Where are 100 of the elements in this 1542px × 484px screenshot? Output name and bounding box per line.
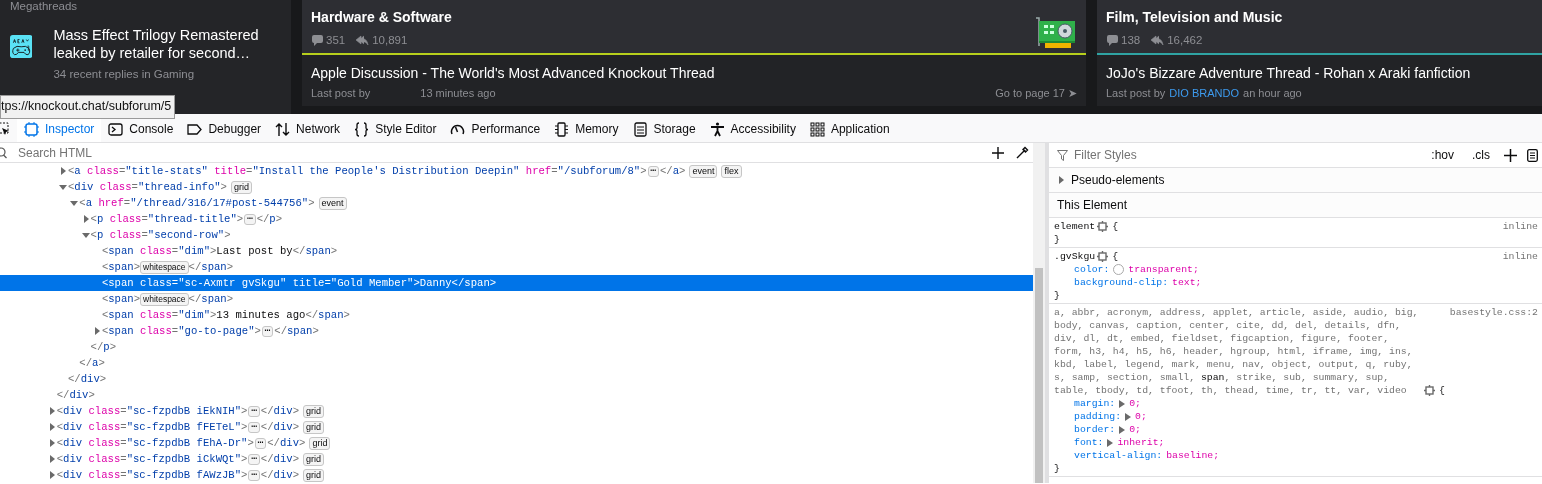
- source-link[interactable]: basestyle.css:2: [1449, 306, 1538, 397]
- devtools-tab[interactable]: Memory: [547, 114, 626, 142]
- collapsed-badge[interactable]: ⋯: [254, 437, 267, 449]
- twisty-icon[interactable]: [1057, 176, 1065, 184]
- tree-row[interactable]: <span> whitespace </span>: [0, 291, 1033, 307]
- collapsed-badge[interactable]: ⋯: [248, 453, 260, 465]
- devtools-tab[interactable]: Storage: [625, 114, 703, 142]
- tree-row[interactable]: <span class="go-to-page"> ⋯ </span>: [0, 323, 1033, 339]
- go-to-page-link[interactable]: Go to page 17 ➤: [995, 85, 1077, 102]
- person-icon: [709, 121, 725, 137]
- filter-field[interactable]: Filter Styles: [1072, 145, 1418, 165]
- storage-icon: [632, 121, 648, 137]
- twisty-icon[interactable]: [92, 327, 101, 335]
- highlighter-icon[interactable]: [1097, 221, 1109, 232]
- markup-text: <span>: [101, 292, 141, 307]
- css-property: vertical-align:: [1074, 449, 1163, 462]
- source-link[interactable]: inline: [1502, 220, 1538, 233]
- collapsed-badge[interactable]: ⋯: [248, 421, 260, 433]
- tree-row[interactable]: <span class="dim">13 minutes ago</span>: [0, 307, 1033, 323]
- devtools-tab[interactable]: Style Editor: [347, 114, 444, 142]
- class-toggle-button[interactable]: .cls: [1468, 146, 1494, 164]
- plus-icon[interactable]: [991, 145, 1005, 160]
- subforum-header[interactable]: Film, Television and Music 138 16,462: [1097, 0, 1542, 55]
- tree-row[interactable]: <div class="sc-fzpdbB iCkWQt"> ⋯ </div> grid: [0, 451, 1033, 467]
- node-badge[interactable]: flex: [721, 164, 742, 178]
- tree-row[interactable]: </div>: [0, 387, 1033, 403]
- thread-meta: 34 recent replies in Gaming: [53, 67, 196, 82]
- thread-title[interactable]: JoJo's Bizzare Adventure Thread - Rohan x Araki fanfiction: [1106, 63, 1533, 84]
- arrows-icon: [275, 121, 291, 137]
- tree-row[interactable]: <div class="sc-fzpdbB fEhA-Dr"> ⋯ </div> grid: [0, 435, 1033, 451]
- node-badge[interactable]: grid: [303, 420, 325, 434]
- collapsed-badge[interactable]: ⋯: [248, 469, 260, 481]
- source-link[interactable]: inline: [1502, 250, 1538, 263]
- tree-row[interactable]: </div>: [0, 371, 1033, 387]
- devtools-tab[interactable]: Performance: [443, 114, 548, 142]
- markup-text: <div class="sc-fzpdbB fFETeL">: [56, 420, 248, 435]
- devtools-tab[interactable]: Debugger: [180, 114, 269, 142]
- devtools-tab[interactable]: Accessibility: [702, 114, 803, 142]
- markup-text: </p>: [90, 340, 117, 355]
- twisty-icon[interactable]: [47, 407, 56, 415]
- tree-row[interactable]: <div class="thread-info"> grid: [0, 179, 1033, 195]
- twisty-icon[interactable]: [81, 231, 90, 239]
- tree-row[interactable]: <span class="sc-Axmtr gvSkgu" title="Gold Member">Danny</span>: [0, 275, 1033, 291]
- scrollbar[interactable]: [1033, 143, 1045, 483]
- plus-icon[interactable]: [1504, 148, 1517, 162]
- twisty-icon[interactable]: [47, 423, 56, 431]
- tree-row[interactable]: <a href="/thread/316/17#post-544756"> event: [0, 195, 1033, 211]
- twisty-icon[interactable]: [59, 167, 67, 175]
- tree-row[interactable]: <p class="second-row">: [0, 227, 1033, 243]
- tree-row[interactable]: <div class="sc-fzpdbB iEkNIH"> ⋯ </div> grid: [0, 403, 1033, 419]
- twisty-icon[interactable]: [59, 183, 67, 191]
- twisty-icon[interactable]: [47, 439, 56, 447]
- tree-row[interactable]: <div class="sc-fzpdbB fFETeL"> ⋯ </div> grid: [0, 419, 1033, 435]
- node-badge[interactable]: grid: [303, 404, 325, 418]
- collapsed-badge[interactable]: ⋯: [647, 165, 659, 177]
- highlighter-icon[interactable]: [1424, 385, 1435, 396]
- node-badge[interactable]: grid: [309, 436, 331, 450]
- author-link[interactable]: DIO BRANDO: [1169, 85, 1239, 102]
- collapsed-badge[interactable]: ⋯: [261, 325, 274, 337]
- css-property: background-clip:: [1074, 276, 1169, 289]
- twisty-icon[interactable]: [47, 455, 56, 463]
- tree-row[interactable]: <span class="dim">Last post by</span>: [0, 243, 1033, 259]
- markup-text: </div>: [260, 404, 299, 419]
- node-badge[interactable]: event: [689, 164, 718, 178]
- tree-row[interactable]: </a>: [0, 355, 1033, 371]
- markup-text: <span class="dim">Last post by</span>: [101, 244, 338, 259]
- tree-row[interactable]: <span> whitespace </span>: [0, 259, 1033, 275]
- highlighter-icon[interactable]: [1097, 251, 1109, 262]
- search-field[interactable]: Search HTML: [12, 143, 981, 162]
- node-badge[interactable]: event: [318, 196, 347, 210]
- subforum-title[interactable]: Hardware & Software: [311, 7, 452, 28]
- devtools-tab[interactable]: Application: [802, 114, 897, 142]
- tree-row[interactable]: <div class="sc-fzpdbB fAWzJB"> ⋯ </div> grid: [0, 467, 1033, 483]
- markup-text: </div>: [260, 452, 299, 467]
- document-icon[interactable]: [1527, 148, 1538, 162]
- brace: }: [1054, 462, 1061, 475]
- node-badge[interactable]: grid: [230, 180, 252, 194]
- twisty-icon[interactable]: [47, 471, 56, 479]
- subforum-header[interactable]: Hardware & Software 351 10,891: [302, 0, 1086, 55]
- tree-row[interactable]: <p class="thread-title"> ⋯ </p>: [0, 211, 1033, 227]
- markup-text: </div>: [260, 420, 299, 435]
- collapsed-badge[interactable]: ⋯: [244, 213, 256, 225]
- hover-state-button[interactable]: :hov: [1427, 146, 1458, 164]
- node-badge[interactable]: grid: [303, 452, 325, 466]
- twisty-icon[interactable]: [81, 215, 90, 223]
- css-property: margin:: [1074, 397, 1116, 410]
- tree-row[interactable]: </p>: [0, 339, 1033, 355]
- brace: {: [1112, 250, 1119, 263]
- devtools-tab[interactable]: Network: [268, 114, 348, 142]
- twisty-icon[interactable]: [70, 199, 79, 207]
- node-badge[interactable]: grid: [303, 468, 325, 482]
- brace: }: [1054, 233, 1061, 246]
- whitespace-badge: whitespace: [140, 260, 189, 274]
- collapsed-badge[interactable]: ⋯: [248, 405, 260, 417]
- eyedropper-icon[interactable]: [1015, 145, 1029, 160]
- subforum-title[interactable]: Film, Television and Music: [1106, 7, 1283, 28]
- thread-title[interactable]: Mass Effect Trilogy Remastered leaked by retailer for second…: [53, 26, 281, 62]
- tree-row[interactable]: <a class="title-stats" title="Install the People's Distribution Deepin" href="/subforum/8"> ⋯ </a> event flex: [0, 163, 1033, 179]
- thread-title[interactable]: Apple Discussion - The World's Most Advanced Knockout Thread: [311, 63, 1077, 84]
- section-label[interactable]: Pseudo-elements: [1071, 171, 1165, 189]
